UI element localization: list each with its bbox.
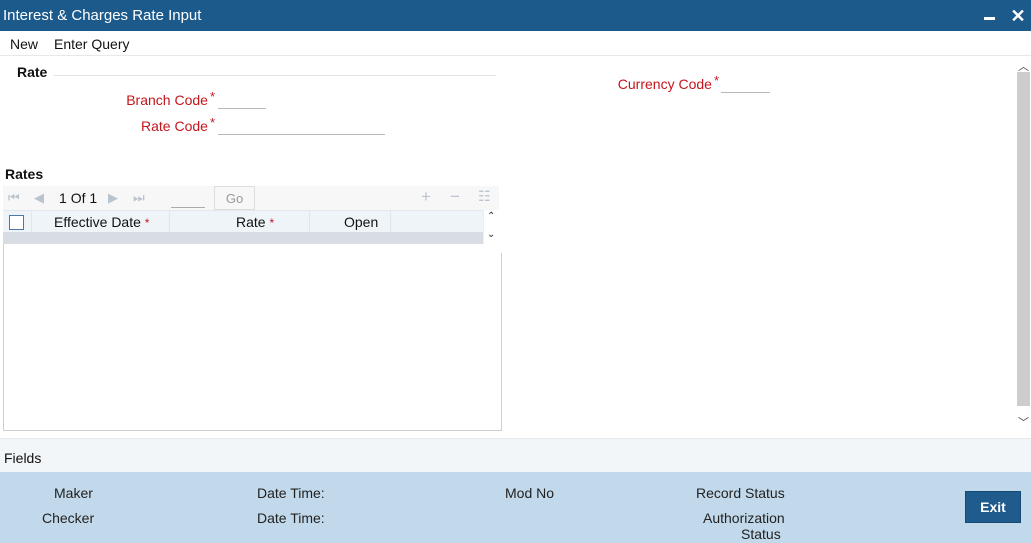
minimize-button[interactable]: [980, 2, 1000, 28]
rates-grid-body: [3, 253, 502, 431]
chevron-down-icon[interactable]: ﹀: [1018, 414, 1029, 429]
close-button[interactable]: ✕: [1007, 3, 1029, 29]
rate-section-divider: [54, 75, 496, 76]
rate-code-label: Rate Code *: [100, 115, 215, 134]
rate-input-window: Interest & Charges Rate Input ✕ New Ente…: [0, 0, 1031, 543]
chevron-up-icon[interactable]: ︿: [1018, 58, 1029, 73]
pager-of: Of: [70, 190, 86, 206]
title-bar: Interest & Charges Rate Input ✕: [0, 0, 1031, 31]
column-rate[interactable]: Rate *: [236, 214, 274, 230]
currency-code-input[interactable]: [721, 73, 770, 93]
menu-bar: New Enter Query: [0, 31, 1031, 56]
fields-bar[interactable]: Fields: [0, 438, 1031, 472]
column-open[interactable]: Open: [344, 214, 378, 230]
first-page-icon[interactable]: ⏮: [8, 190, 20, 206]
fields-label[interactable]: Fields: [4, 450, 41, 466]
required-marker: *: [209, 115, 215, 130]
record-status-label: Record Status: [696, 485, 785, 501]
authorization-status-label: Status: [741, 526, 781, 542]
checker-date-time-label: Date Time:: [257, 510, 325, 526]
pager-total: 1: [89, 190, 98, 206]
required-marker: *: [144, 216, 150, 230]
rates-grid-header: Effective Date * Rate * Open: [3, 210, 483, 233]
rate-code-input[interactable]: [218, 115, 385, 135]
main-scrollbar[interactable]: ︿ ﹀: [1016, 56, 1031, 432]
rates-grid-toolbar: ⏮ ◀ 1 Of 1 ▶ ⏭ Go + − ☷: [3, 186, 499, 210]
branch-code-label: Branch Code *: [100, 89, 215, 108]
scrollbar-thumb[interactable]: [1017, 72, 1030, 406]
menu-enter-query[interactable]: Enter Query: [54, 36, 129, 52]
delete-row-icon[interactable]: −: [450, 187, 460, 207]
column-effective-date-label: Effective Date: [54, 214, 141, 230]
pager: 1 Of 1: [59, 190, 97, 206]
checker-label: Checker: [42, 510, 95, 526]
rates-section-heading: Rates: [5, 166, 44, 182]
add-row-icon[interactable]: +: [421, 187, 431, 207]
maker-date-time-label: Date Time:: [257, 485, 325, 501]
column-separator: [169, 211, 170, 233]
required-marker: *: [269, 216, 275, 230]
column-separator: [309, 211, 310, 233]
select-all-checkbox[interactable]: [9, 215, 24, 230]
required-marker: *: [713, 73, 719, 88]
chevron-up-icon[interactable]: ⌃: [487, 211, 495, 222]
next-page-icon[interactable]: ▶: [108, 190, 118, 206]
go-button[interactable]: Go: [214, 186, 255, 210]
chevron-down-icon[interactable]: ⌄: [487, 229, 495, 240]
column-rate-label: Rate: [236, 214, 266, 230]
branch-code-input[interactable]: [218, 89, 266, 109]
previous-page-icon[interactable]: ◀: [34, 190, 44, 206]
exit-button[interactable]: Exit: [965, 491, 1021, 523]
column-effective-date[interactable]: Effective Date *: [54, 214, 149, 230]
required-marker: *: [209, 89, 215, 104]
rate-code-label-text: Rate Code: [141, 118, 208, 134]
pager-current: 1: [59, 190, 67, 206]
currency-code-label-text: Currency Code: [617, 76, 712, 92]
currency-code-label: Currency Code *: [590, 73, 719, 92]
table-row[interactable]: [3, 232, 483, 244]
page-number-input[interactable]: [171, 188, 205, 208]
rate-section-heading: Rate: [17, 64, 48, 80]
mod-no-label: Mod No: [505, 485, 555, 501]
grid-scrollbar[interactable]: ⌃ ⌄: [483, 210, 501, 244]
column-separator: [390, 211, 391, 233]
last-page-icon[interactable]: ⏭: [133, 190, 145, 206]
single-view-icon[interactable]: ☷: [478, 188, 491, 205]
window-title: Interest & Charges Rate Input: [3, 7, 202, 24]
branch-code-label-text: Branch Code: [126, 92, 208, 108]
menu-new[interactable]: New: [10, 36, 38, 52]
authorization-label: Authorization: [703, 510, 785, 526]
maker-label: Maker: [54, 485, 93, 501]
column-separator: [31, 211, 32, 233]
audit-footer: Maker Checker Date Time: Date Time: Mod …: [0, 472, 1031, 543]
